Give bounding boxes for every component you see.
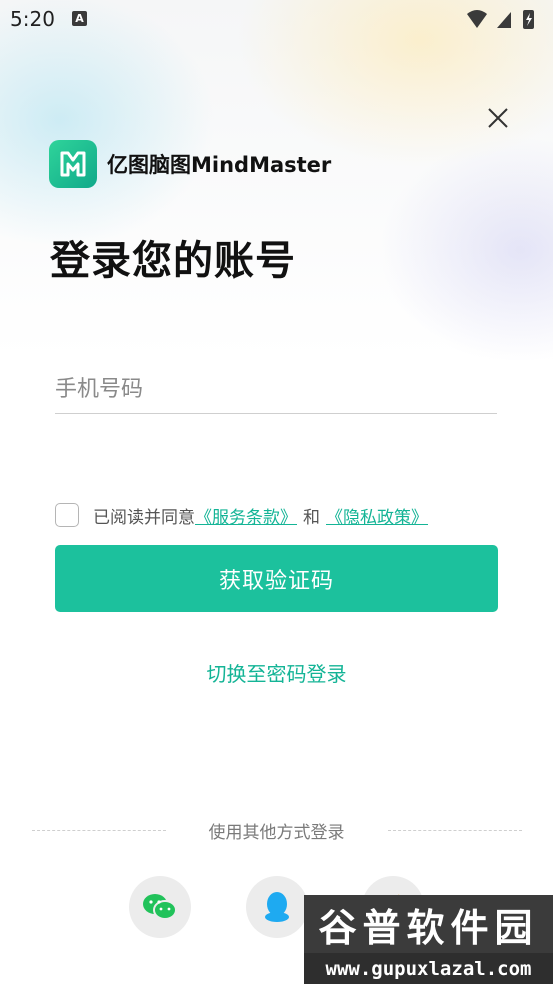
agree-prefix-text: 已阅读并同意 (93, 507, 195, 528)
status-bar: 5:20 A (0, 0, 553, 40)
brand-name: 亿图脑图MindMaster (107, 153, 332, 177)
watermark-title: 谷普软件园 (304, 895, 553, 953)
page-title: 登录您的账号 (50, 238, 296, 284)
terms-of-service-link[interactable]: 《服务条款》 (195, 503, 297, 528)
phone-number-field[interactable] (55, 365, 497, 414)
get-verification-code-button[interactable]: 获取验证码 (55, 545, 498, 612)
close-icon[interactable] (483, 103, 513, 133)
agreement-row: 已阅读并同意 《服务条款》 和 《隐私政策》 (55, 502, 428, 528)
wechat-icon (143, 894, 177, 920)
mindmaster-logo-icon (49, 140, 97, 188)
watermark-url: www.gupuxlazal.com (304, 953, 553, 984)
wifi-icon (467, 10, 487, 28)
wechat-login-button[interactable] (129, 876, 191, 938)
system-status-icons (467, 10, 534, 29)
status-time: 5:20 (10, 7, 55, 31)
notification-icon: A (72, 11, 87, 26)
phone-number-input[interactable] (55, 365, 497, 413)
and-text: 和 (303, 507, 320, 528)
site-watermark: 谷普软件园 www.gupuxlazal.com (304, 895, 553, 984)
qq-login-button[interactable] (246, 876, 308, 938)
qq-icon (265, 892, 289, 922)
privacy-policy-link[interactable]: 《隐私政策》 (326, 503, 428, 528)
divider-line-right (388, 830, 522, 831)
brand-header: 亿图脑图MindMaster (49, 140, 331, 188)
signal-icon (497, 12, 511, 28)
switch-to-password-login-link[interactable]: 切换至密码登录 (0, 658, 553, 687)
other-login-divider: 使用其他方式登录 (0, 818, 553, 843)
agree-checkbox[interactable] (55, 503, 79, 527)
